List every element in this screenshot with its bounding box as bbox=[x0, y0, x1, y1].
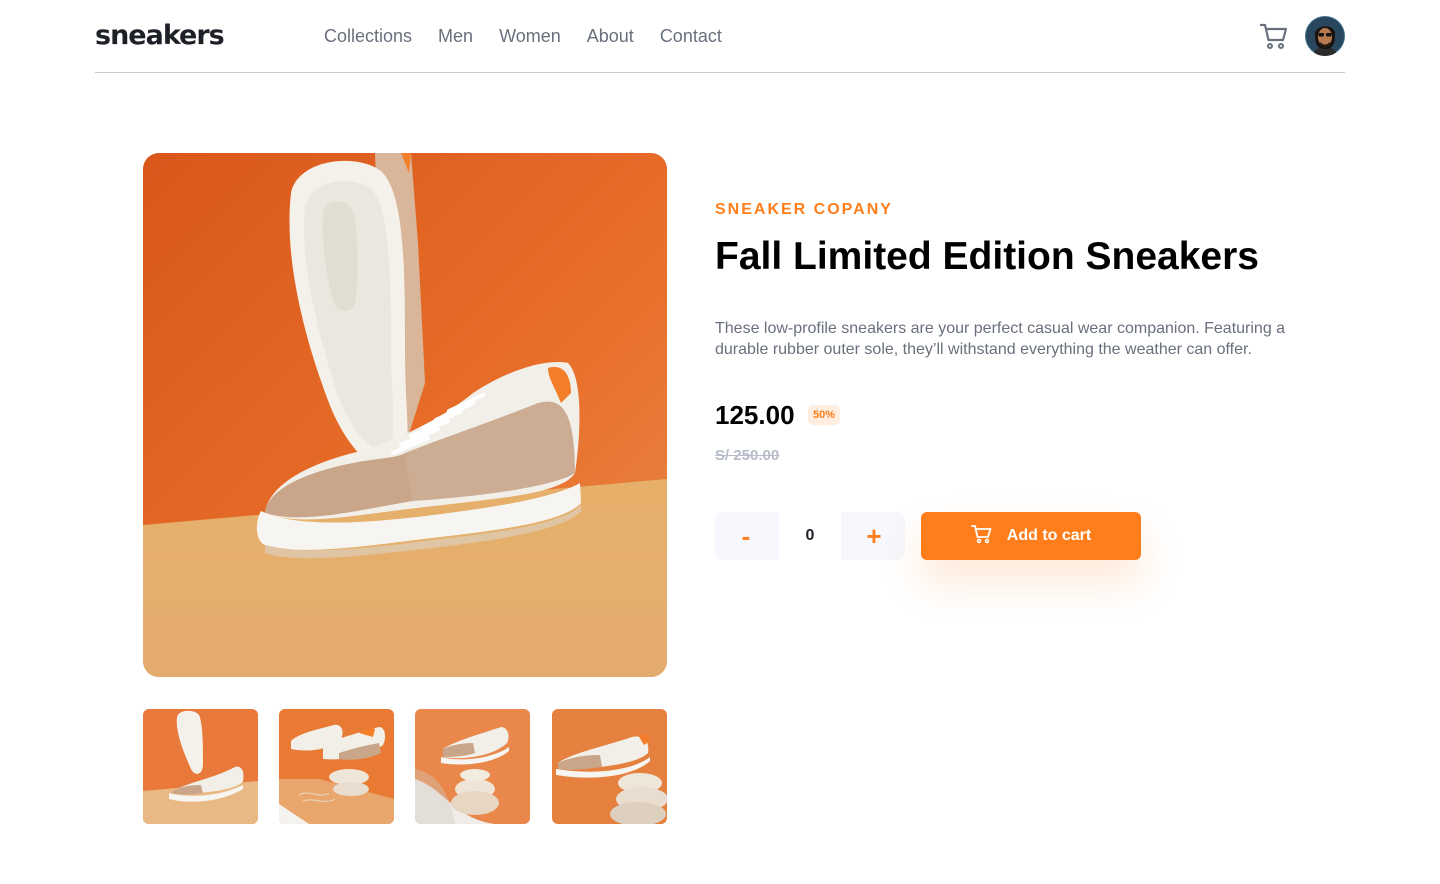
avatar[interactable] bbox=[1305, 16, 1345, 56]
decrease-quantity-button[interactable]: - bbox=[715, 512, 777, 560]
increase-quantity-button[interactable]: + bbox=[843, 512, 905, 560]
nav-about[interactable]: About bbox=[587, 25, 634, 47]
thumbnail-4[interactable] bbox=[552, 709, 667, 824]
thumbnail-1[interactable] bbox=[143, 709, 258, 824]
discount-badge: 50% bbox=[808, 405, 840, 425]
current-price: 125.00 bbox=[715, 400, 795, 430]
cart-icon[interactable] bbox=[1259, 21, 1289, 51]
quantity-value[interactable]: 0 bbox=[779, 512, 841, 560]
thumbnail-2[interactable] bbox=[279, 709, 394, 824]
thumbnail-3[interactable] bbox=[415, 709, 530, 824]
main-nav: Collections Men Women About Contact bbox=[324, 25, 722, 47]
add-to-cart-button[interactable]: Add to cart bbox=[921, 512, 1141, 560]
logo[interactable]: sneakers bbox=[95, 20, 225, 52]
cart-icon bbox=[970, 524, 993, 549]
product-description: These low-profile sneakers are your perf… bbox=[715, 320, 1286, 358]
nav-contact[interactable]: Contact bbox=[660, 25, 722, 47]
nav-collections[interactable]: Collections bbox=[324, 25, 412, 47]
quantity-stepper: - 0 + bbox=[715, 512, 905, 560]
add-to-cart-label: Add to cart bbox=[1006, 527, 1092, 544]
nav-women[interactable]: Women bbox=[499, 25, 561, 47]
company-label: SNEAKER COPANY bbox=[715, 201, 893, 218]
product-title: Fall Limited Edition Sneakers bbox=[715, 235, 1259, 278]
original-price: S/ 250.00 bbox=[715, 447, 780, 464]
site-header: sneakers Collections Men Women About Con… bbox=[95, 0, 1345, 73]
nav-men[interactable]: Men bbox=[438, 25, 473, 47]
main-product-image[interactable] bbox=[143, 153, 667, 677]
